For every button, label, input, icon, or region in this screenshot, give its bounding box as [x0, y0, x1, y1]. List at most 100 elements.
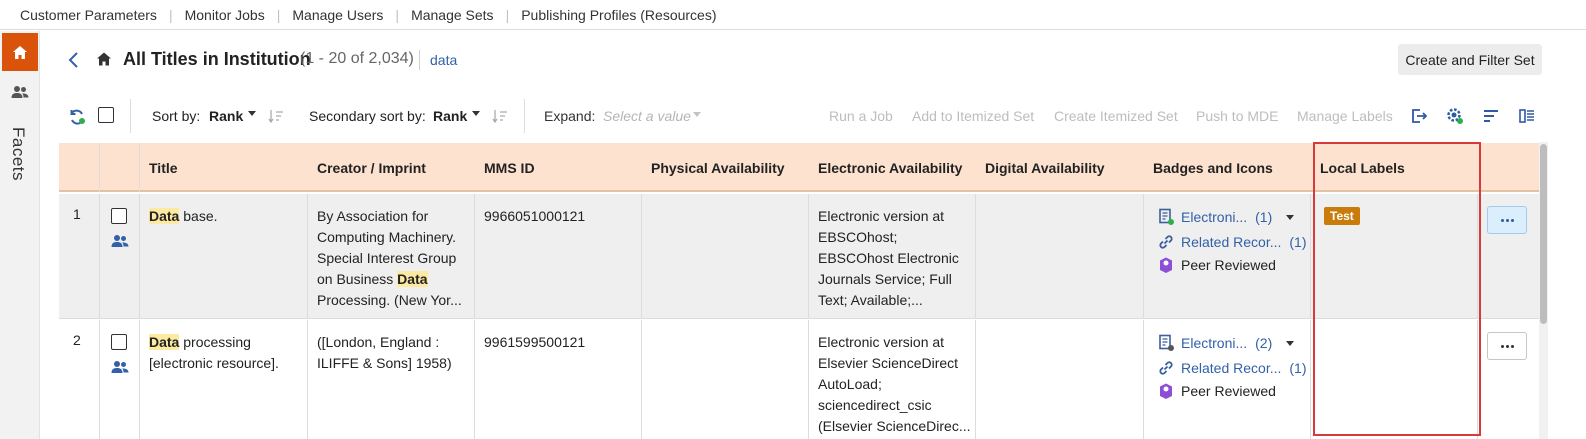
sort-by-select[interactable]: Rank — [209, 108, 243, 124]
create-itemized-set-button[interactable]: Create Itemized Set — [1054, 108, 1178, 124]
availability-line: AutoLoad; — [818, 376, 882, 392]
creator-line: ILIFFE & Sons] 1958) — [317, 355, 452, 371]
row-checkbox[interactable] — [111, 208, 127, 224]
chevron-down-icon[interactable] — [1286, 340, 1295, 346]
column-header-electronic[interactable]: Electronic Availability — [818, 160, 962, 176]
electronic-inventory-icon — [1159, 334, 1174, 351]
main-area: All Titles in Institution (1 - 20 of 2,0… — [40, 31, 1586, 439]
creator-line: Processing. (New Yor... — [317, 292, 462, 308]
table-row[interactable]: 2 Data processing [electronic resource].… — [59, 320, 1540, 439]
title-cell[interactable]: Data base. — [149, 206, 218, 227]
nav-manage-sets[interactable]: Manage Sets — [399, 7, 506, 23]
add-to-itemized-set-button[interactable]: Add to Itemized Set — [912, 108, 1034, 124]
scrollbar-thumb[interactable] — [1540, 144, 1547, 324]
toolbar-divider — [524, 99, 525, 133]
create-and-filter-set-button[interactable]: Create and Filter Set — [1398, 44, 1542, 75]
users-icon — [11, 86, 29, 98]
refresh-icon[interactable] — [68, 108, 86, 126]
electronic-badge-link[interactable]: Electroni... — [1181, 335, 1247, 351]
mms-id-cell: 9966051000121 — [484, 208, 586, 224]
availability-line: (Elsevier ScienceDirec... — [818, 418, 971, 434]
column-divider — [975, 194, 976, 319]
rail-home-button[interactable] — [2, 33, 38, 71]
column-divider — [641, 320, 642, 439]
search-highlight: Data — [397, 271, 428, 287]
table-scrollbar[interactable] — [1539, 142, 1548, 439]
column-layout-icon[interactable] — [1518, 107, 1536, 125]
column-divider — [808, 320, 809, 439]
sort-direction-icon[interactable] — [268, 108, 284, 124]
column-header-mms-id[interactable]: MMS ID — [484, 160, 535, 176]
electronic-badge[interactable]: Electroni... (2) — [1157, 334, 1295, 352]
peer-reviewed-badge: Peer Reviewed — [1157, 382, 1276, 400]
nav-monitor-jobs[interactable]: Monitor Jobs — [173, 7, 277, 23]
title-divider — [419, 50, 420, 70]
column-divider — [1143, 320, 1144, 439]
related-records-badge[interactable]: Related Recor... (1) — [1157, 233, 1307, 251]
secondary-sort-select[interactable]: Rank — [433, 108, 467, 124]
users-icon[interactable] — [111, 360, 129, 374]
electronic-badge-link[interactable]: Electroni... — [1181, 209, 1247, 225]
column-header-creator[interactable]: Creator / Imprint — [317, 160, 426, 176]
search-query-link[interactable]: data — [430, 52, 457, 68]
secondary-sort-direction-icon[interactable] — [492, 108, 508, 124]
creator-line: Computing Machinery. — [317, 229, 457, 245]
nav-publishing-profiles[interactable]: Publishing Profiles (Resources) — [509, 7, 728, 23]
table-row[interactable]: 1 Data base. By Association for Computin… — [59, 194, 1540, 319]
availability-line: Journals Service; Full — [818, 271, 952, 287]
top-nav: Customer Parameters | Monitor Jobs | Man… — [0, 0, 1586, 30]
column-header-title[interactable]: Title — [149, 160, 178, 176]
chevron-down-icon[interactable] — [248, 111, 256, 116]
push-to-mde-button[interactable]: Push to MDE — [1196, 108, 1278, 124]
electronic-availability-cell: Electronic version at EBSCOhost; EBSCOho… — [818, 206, 959, 311]
result-count: (1 - 20 of 2,034) — [300, 50, 414, 67]
expand-select[interactable]: Select a value — [603, 108, 691, 124]
related-records-badge[interactable]: Related Recor... (1) — [1157, 359, 1307, 377]
home-breadcrumb-icon[interactable] — [96, 51, 112, 67]
search-highlight: Data — [149, 208, 180, 224]
column-header-local-labels[interactable]: Local Labels — [1320, 160, 1405, 176]
electronic-inventory-icon — [1159, 208, 1174, 225]
creator-line: Special Interest Group — [317, 250, 457, 266]
list-options-icon[interactable] — [1482, 107, 1500, 125]
users-icon[interactable] — [111, 234, 129, 248]
back-arrow-icon[interactable] — [66, 51, 82, 69]
row-checkbox[interactable] — [111, 334, 127, 350]
related-records-link[interactable]: Related Recor... — [1181, 360, 1281, 376]
rail-users-button[interactable] — [2, 79, 38, 105]
facets-toggle[interactable]: Facets — [8, 127, 28, 181]
electronic-badge[interactable]: Electroni... (1) — [1157, 208, 1295, 226]
nav-manage-users[interactable]: Manage Users — [280, 7, 395, 23]
column-divider — [1477, 194, 1478, 319]
chevron-down-icon[interactable] — [693, 112, 701, 117]
creator-cell: ([London, England : ILIFFE & Sons] 1958) — [317, 332, 452, 374]
peer-reviewed-label: Peer Reviewed — [1181, 383, 1276, 399]
availability-line: Text; Available;... — [818, 292, 923, 308]
run-a-job-button[interactable]: Run a Job — [829, 108, 893, 124]
chevron-down-icon[interactable] — [1286, 214, 1295, 220]
creator-line: ([London, England : — [317, 334, 440, 350]
local-label-tag[interactable]: Test — [1324, 207, 1360, 225]
export-icon[interactable] — [1410, 107, 1428, 125]
row-actions-button[interactable] — [1487, 332, 1527, 360]
availability-line: Electronic version at — [818, 334, 945, 350]
column-header-physical[interactable]: Physical Availability — [651, 160, 785, 176]
link-icon — [1159, 235, 1173, 249]
link-icon — [1159, 361, 1173, 375]
column-header-badges[interactable]: Badges and Icons — [1153, 160, 1273, 176]
column-divider — [99, 320, 100, 439]
more-options-icon — [1500, 344, 1514, 348]
gear-icon[interactable] — [1446, 107, 1464, 125]
expand-label: Expand: — [544, 108, 596, 124]
manage-labels-button[interactable]: Manage Labels — [1297, 108, 1393, 124]
nav-customer-parameters[interactable]: Customer Parameters — [20, 7, 169, 23]
column-header-digital[interactable]: Digital Availability — [985, 160, 1105, 176]
column-divider — [307, 194, 308, 319]
chevron-down-icon[interactable] — [472, 111, 480, 116]
creator-cell: By Association for Computing Machinery. … — [317, 206, 462, 311]
related-records-link[interactable]: Related Recor... — [1181, 234, 1281, 250]
electronic-availability-cell: Electronic version at Elsevier ScienceDi… — [818, 332, 971, 437]
title-cell[interactable]: Data processing [electronic resource]. — [149, 332, 279, 374]
row-actions-button[interactable] — [1487, 206, 1527, 234]
select-all-checkbox[interactable] — [98, 107, 114, 123]
